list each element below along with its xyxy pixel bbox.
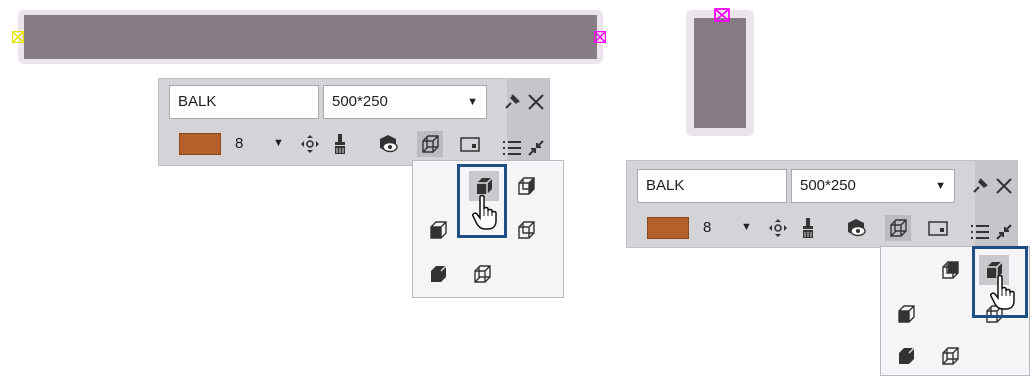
color-swatch-2[interactable] xyxy=(647,217,689,239)
view-cube-icon-2[interactable] xyxy=(885,215,911,241)
section-icon-2[interactable] xyxy=(925,215,951,241)
view-front-left-icon[interactable] xyxy=(423,215,453,245)
beam-horizontal[interactable] xyxy=(18,10,603,64)
color-swatch[interactable] xyxy=(179,133,221,155)
move-icon[interactable] xyxy=(297,131,323,157)
color-number[interactable]: 8 xyxy=(235,135,243,152)
start-grip-icon[interactable] xyxy=(12,31,24,43)
section-icon[interactable] xyxy=(457,131,483,157)
color-dropdown-arrow[interactable]: ▼ xyxy=(273,137,284,149)
list-icon[interactable] xyxy=(499,135,525,161)
view-front-right-icon[interactable] xyxy=(511,215,541,245)
beam-vertical-body xyxy=(694,18,746,128)
pin-icon[interactable] xyxy=(499,89,525,115)
properties-toolbar: BALK 500*250 ▼ 8 ▼ xyxy=(158,78,550,166)
view-back-left-icon[interactable] xyxy=(511,171,541,201)
name-field[interactable]: BALK xyxy=(169,85,319,119)
pin-icon-2[interactable] xyxy=(967,173,993,199)
profile-dropdown-arrow: ▼ xyxy=(467,96,478,108)
paint-brush-icon[interactable] xyxy=(327,131,353,157)
name-field-2[interactable]: BALK xyxy=(637,169,787,203)
color-number-2[interactable]: 8 xyxy=(703,219,711,236)
profile-value-2: 500*250 xyxy=(800,177,856,194)
close-icon-2[interactable] xyxy=(991,173,1017,199)
hand-cursor-icon-2 xyxy=(990,274,1020,315)
collapse-icon-2[interactable] xyxy=(991,219,1017,245)
move-icon-2[interactable] xyxy=(765,215,791,241)
profile-select[interactable]: 500*250 ▼ xyxy=(323,85,487,119)
profile-value: 500*250 xyxy=(332,93,388,110)
properties-toolbar-2: BALK 500*250 ▼ 8 ▼ xyxy=(626,160,1018,248)
beam-horizontal-body xyxy=(24,15,597,59)
view-bottom-solid-icon-2[interactable] xyxy=(891,341,921,371)
color-dropdown-arrow-2[interactable]: ▼ xyxy=(741,221,752,233)
beam-vertical[interactable] xyxy=(686,10,754,136)
top-grip-icon[interactable] xyxy=(714,8,730,22)
profile-select-2[interactable]: 500*250 ▼ xyxy=(791,169,955,203)
hand-cursor-icon xyxy=(472,194,502,235)
visibility-icon-2[interactable] xyxy=(843,215,869,241)
paint-brush-icon-2[interactable] xyxy=(795,215,821,241)
view-bottom-solid-icon[interactable] xyxy=(423,259,453,289)
visibility-icon[interactable] xyxy=(375,131,401,157)
close-icon[interactable] xyxy=(523,89,549,115)
view-wireframe-icon[interactable] xyxy=(467,259,497,289)
view-cube-icon[interactable] xyxy=(417,131,443,157)
view-wireframe-icon-2[interactable] xyxy=(935,341,965,371)
profile-dropdown-arrow-2: ▼ xyxy=(935,180,946,192)
collapse-icon[interactable] xyxy=(523,135,549,161)
end-grip-icon[interactable] xyxy=(594,31,606,43)
view-back-left-icon-2[interactable] xyxy=(935,255,965,285)
view-front-left-icon-2[interactable] xyxy=(891,299,921,329)
list-icon-2[interactable] xyxy=(967,219,993,245)
